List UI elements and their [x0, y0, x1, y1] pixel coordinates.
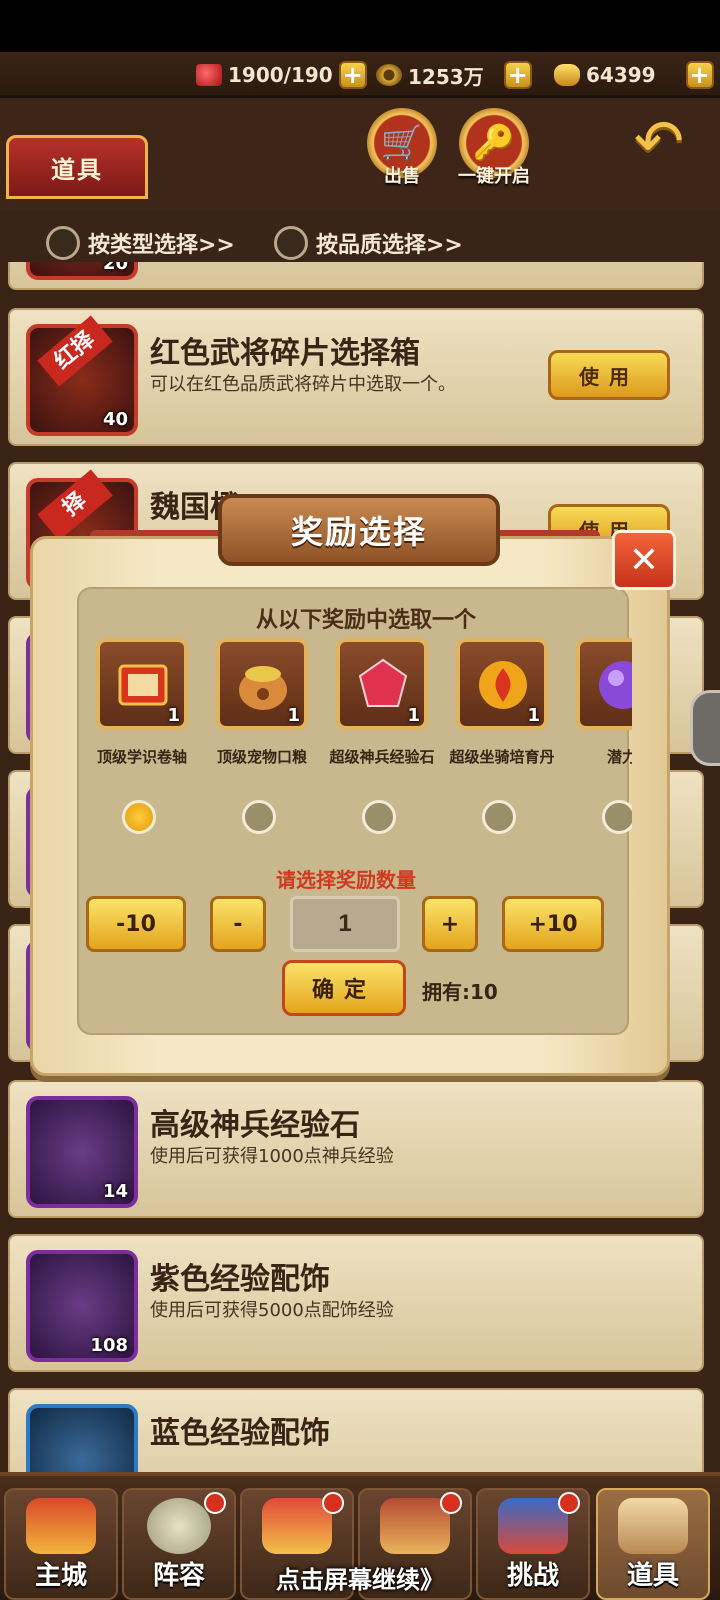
open-all-label: 一键开启 [458, 166, 530, 187]
stamina-display: 1900/190 + [196, 60, 367, 90]
reward-count: 1 [167, 705, 180, 726]
owned-count: 拥有:10 [422, 980, 498, 1004]
coins-display: 1253万 + [376, 60, 532, 90]
filter-by-quality[interactable]: 按品质选择>> [274, 226, 463, 260]
filter-by-type-label: 按类型选择>> [88, 233, 235, 258]
use-button[interactable]: 使用 [548, 350, 670, 400]
reward-name: 超级神兵经验石 [329, 748, 435, 766]
add-stamina-button[interactable]: + [338, 61, 367, 89]
choose-prompt: 从以下奖励中选取一个 [255, 608, 476, 633]
plus-10-button[interactable]: +10 [502, 896, 604, 952]
reward-count: 1 [527, 705, 540, 726]
item-title: 红色武将碎片选择箱 [150, 336, 420, 371]
sell-label: 出售 [384, 166, 420, 187]
gem-icon [196, 64, 222, 86]
reward-count: 1 [407, 705, 420, 726]
reward-name: 顶级学识卷轴 [96, 748, 187, 766]
reward-slot[interactable]: 1 [336, 638, 428, 730]
reward-radio-selected[interactable] [122, 800, 156, 834]
red-gem-icon [358, 658, 408, 707]
dialog-title: 奖励选择 [218, 494, 500, 566]
reward-radio[interactable] [482, 800, 516, 834]
scroll-icon [118, 664, 168, 706]
blue-ring-icon[interactable] [26, 1404, 138, 1472]
chest-icon[interactable]: 红择 40 [26, 315, 138, 436]
reward-radio[interactable] [362, 800, 396, 834]
radio-icon [46, 226, 80, 260]
notification-dot [322, 1492, 344, 1514]
reward-slot[interactable] [576, 638, 632, 730]
add-ingots-button[interactable]: + [685, 61, 714, 89]
stamina-value: 1900/190 [228, 63, 333, 87]
reward-name: 顶级宠物口粮 [216, 748, 307, 766]
castle-icon [26, 1498, 96, 1554]
side-drawer-handle[interactable] [690, 690, 720, 766]
reward-slot[interactable]: 1 [216, 638, 308, 730]
purple-gem-icon[interactable]: 14 [26, 1096, 138, 1208]
coin-icon [376, 64, 402, 86]
item-count: 40 [102, 409, 128, 430]
reward-slot[interactable]: 1 [96, 638, 188, 730]
tab-items[interactable]: 道具 [6, 135, 148, 199]
sell-button[interactable]: 🛒 出售 [360, 108, 444, 192]
currency-bar: 1900/190 + 1253万 + 64399 + [0, 52, 720, 98]
confirm-button[interactable]: 确定 [282, 960, 406, 1016]
item-count: 108 [90, 1335, 128, 1356]
filter-bar: 按类型选择>> 按品质选择>> [6, 210, 714, 270]
item-desc: 可以在红色品质武将碎片中选取一个。 [150, 374, 456, 395]
close-button[interactable]: ✕ [612, 530, 676, 590]
purple-ring-icon[interactable]: 108 [26, 1250, 138, 1362]
filter-by-type[interactable]: 按类型选择>> [46, 226, 235, 260]
ingots-display: 64399 + [554, 60, 714, 90]
scroll-icon [618, 1498, 688, 1554]
ingots-value: 64399 [586, 63, 656, 87]
list-item: 108 紫色经验配饰 使用后可获得5000点配饰经验 [8, 1234, 704, 1372]
open-all-button[interactable]: 🔑 一键开启 [452, 108, 536, 192]
reward-radio[interactable] [242, 800, 276, 834]
notification-dot [204, 1492, 226, 1514]
filter-by-quality-label: 按品质选择>> [316, 233, 463, 258]
radio-icon [274, 226, 308, 260]
item-title: 紫色经验配饰 [150, 1262, 330, 1297]
reward-slot[interactable]: 1 [456, 638, 548, 730]
plus-button[interactable]: + [422, 896, 478, 952]
item-thumb[interactable]: 20 [26, 262, 138, 280]
food-sack-icon [239, 666, 287, 710]
gift-icon [262, 1498, 332, 1554]
list-item: 蓝色经验配饰 [8, 1388, 704, 1472]
quantity-input[interactable] [290, 896, 400, 952]
item-count: 14 [102, 1181, 128, 1202]
purple-orb-icon [599, 661, 632, 709]
list-item: 红择 40 红色武将碎片选择箱 可以在红色品质武将碎片中选取一个。 使用 [8, 308, 704, 446]
reward-options[interactable]: 1 顶级学识卷轴 1 顶级宠物口粮 1 超级神兵经验石 1 超级坐骑培育丹 潜力 [80, 636, 632, 836]
list-item: 14 高级神兵经验石 使用后可获得1000点神兵经验 [8, 1080, 704, 1218]
minus-button[interactable]: - [210, 896, 266, 952]
quantity-label: 请选择奖励数量 [276, 868, 416, 892]
tap-to-continue-hint[interactable]: 点击屏幕继续》 [0, 1560, 720, 1595]
minus-10-button[interactable]: -10 [86, 896, 186, 952]
notification-dot [440, 1492, 462, 1514]
status-bar [0, 0, 720, 52]
item-desc: 使用后可获得5000点配饰经验 [150, 1300, 394, 1321]
reward-count: 1 [287, 705, 300, 726]
reward-name: 潜力 [606, 748, 632, 766]
shield-icon [147, 1498, 211, 1554]
challenge-icon [498, 1498, 568, 1554]
item-count: 20 [102, 262, 128, 274]
ingot-icon [554, 64, 580, 86]
notification-dot [558, 1492, 580, 1514]
list-item: 20 [8, 262, 704, 290]
reward-radio[interactable] [602, 800, 632, 834]
item-title: 蓝色经验配饰 [150, 1416, 330, 1451]
item-banner: 红择 [37, 315, 113, 387]
coins-value: 1253万 [408, 64, 484, 89]
item-desc: 使用后可获得1000点神兵经验 [150, 1146, 394, 1167]
add-coins-button[interactable]: + [503, 61, 532, 89]
hero-icon [380, 1498, 450, 1554]
reward-name: 超级坐骑培育丹 [449, 748, 555, 766]
item-title: 高级神兵经验石 [150, 1108, 360, 1143]
back-arrow-icon[interactable]: ↶ [622, 112, 696, 172]
fire-orb-icon [479, 661, 527, 709]
